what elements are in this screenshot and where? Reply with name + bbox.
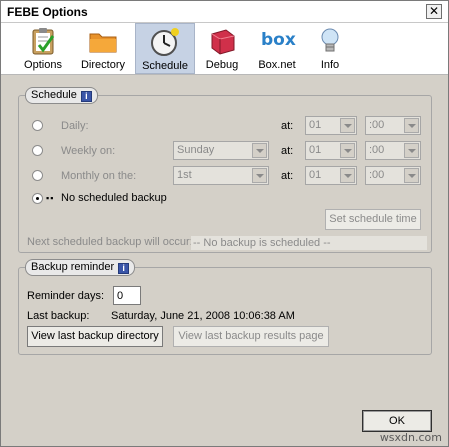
chevron-down-icon <box>252 143 267 158</box>
weekly-hour-value: 01 <box>309 144 322 156</box>
weekly-minute-select[interactable]: :00 <box>365 141 421 160</box>
debug-box-icon <box>211 29 235 55</box>
view-last-backup-results-button[interactable]: View last backup results page <box>173 326 329 347</box>
daily-minute-value: :00 <box>369 119 385 131</box>
schedule-group-title: Schedule <box>31 89 77 101</box>
monthly-minute-value: :00 <box>369 169 385 181</box>
monthly-hour-value: 01 <box>309 169 322 181</box>
febe-options-dialog: FEBE Options ✕ Options Directory Schedul… <box>0 0 449 447</box>
clipboard-check-icon <box>32 28 55 55</box>
daily-hour-select[interactable]: 01 <box>305 116 357 135</box>
monthly-at-label: at: <box>281 170 294 182</box>
tab-options[interactable]: Options <box>15 23 71 74</box>
daily-at-label: at: <box>281 120 294 132</box>
monthly-radio[interactable] <box>32 170 43 181</box>
chevron-down-icon <box>252 168 267 183</box>
weekly-label: Weekly on: <box>61 145 116 157</box>
chevron-down-icon <box>404 118 419 133</box>
last-backup-label: Last backup: <box>27 310 90 322</box>
chevron-down-icon <box>340 168 355 183</box>
next-backup-label: Next scheduled backup will occur: <box>27 236 193 248</box>
ok-button[interactable]: OK <box>362 410 432 432</box>
schedule-group: Schedule i Daily: at: 01 :00 Weekly on: S… <box>18 87 432 253</box>
no-schedule-radio[interactable] <box>32 193 43 204</box>
info-icon[interactable]: i <box>118 263 130 274</box>
daily-label: Daily: <box>61 120 89 132</box>
watermark: wsxdn.com <box>379 431 442 444</box>
backup-reminder-group: Backup reminderi Reminder days: Last bac… <box>18 259 432 355</box>
title-bar: FEBE Options ✕ <box>1 1 448 23</box>
monthly-label: Monthly on the: <box>61 170 137 182</box>
reminder-days-field[interactable] <box>114 287 140 304</box>
chevron-down-icon <box>340 118 355 133</box>
box-logo-icon: box <box>261 30 296 50</box>
tab-box-net-label: Box.net <box>258 59 296 71</box>
tab-box-net[interactable]: box Box.net <box>251 23 303 74</box>
monthday-select[interactable]: 1st <box>173 166 269 185</box>
window-title: FEBE Options <box>7 5 88 19</box>
daily-hour-value: 01 <box>309 119 322 131</box>
close-icon: ✕ <box>428 4 440 18</box>
no-schedule-label: No scheduled backup <box>61 192 167 204</box>
tab-schedule-label: Schedule <box>142 60 188 72</box>
daily-minute-select[interactable]: :00 <box>365 116 421 135</box>
info-icon[interactable]: i <box>80 91 92 102</box>
next-backup-value: -- No backup is scheduled -- <box>191 236 427 250</box>
tab-directory-label: Directory <box>80 59 125 71</box>
tab-info[interactable]: Info <box>307 23 353 74</box>
daily-radio[interactable] <box>32 120 43 131</box>
weekly-hour-select[interactable]: 01 <box>305 141 357 160</box>
folder-icon <box>89 33 117 53</box>
last-backup-value: Saturday, June 21, 2008 10:06:38 AM <box>111 310 295 322</box>
reminder-days-label: Reminder days: <box>27 290 105 302</box>
focus-indicator: ▪▪ <box>46 193 55 203</box>
tab-schedule[interactable]: Schedule <box>135 23 195 74</box>
tab-debug-label: Debug <box>205 59 239 71</box>
schedule-group-label: Schedule i <box>25 87 98 104</box>
monthday-value: 1st <box>177 169 192 181</box>
reminder-group-title: Backup reminder <box>31 261 115 273</box>
weekday-select[interactable]: Sunday <box>173 141 269 160</box>
chevron-down-icon <box>404 168 419 183</box>
tab-info-label: Info <box>320 59 340 71</box>
set-schedule-time-button[interactable]: Set schedule time <box>325 209 421 230</box>
chevron-down-icon <box>340 143 355 158</box>
lightbulb-icon <box>321 28 339 52</box>
close-button[interactable]: ✕ <box>426 4 442 19</box>
options-toolbar: Options Directory Schedule Debug box Box… <box>1 23 448 75</box>
reminder-days-input[interactable] <box>113 286 141 305</box>
tab-options-label: Options <box>24 59 62 71</box>
clock-icon <box>151 28 179 56</box>
weekly-radio[interactable] <box>32 145 43 156</box>
tab-debug[interactable]: Debug <box>197 23 247 74</box>
monthly-minute-select[interactable]: :00 <box>365 166 421 185</box>
monthly-hour-select[interactable]: 01 <box>305 166 357 185</box>
weekly-at-label: at: <box>281 145 294 157</box>
weekly-minute-value: :00 <box>369 144 385 156</box>
weekday-value: Sunday <box>177 144 215 156</box>
chevron-down-icon <box>404 143 419 158</box>
reminder-group-label: Backup reminder i <box>25 259 136 276</box>
tab-directory[interactable]: Directory <box>73 23 133 74</box>
view-last-backup-directory-button[interactable]: View last backup directory <box>27 326 163 347</box>
